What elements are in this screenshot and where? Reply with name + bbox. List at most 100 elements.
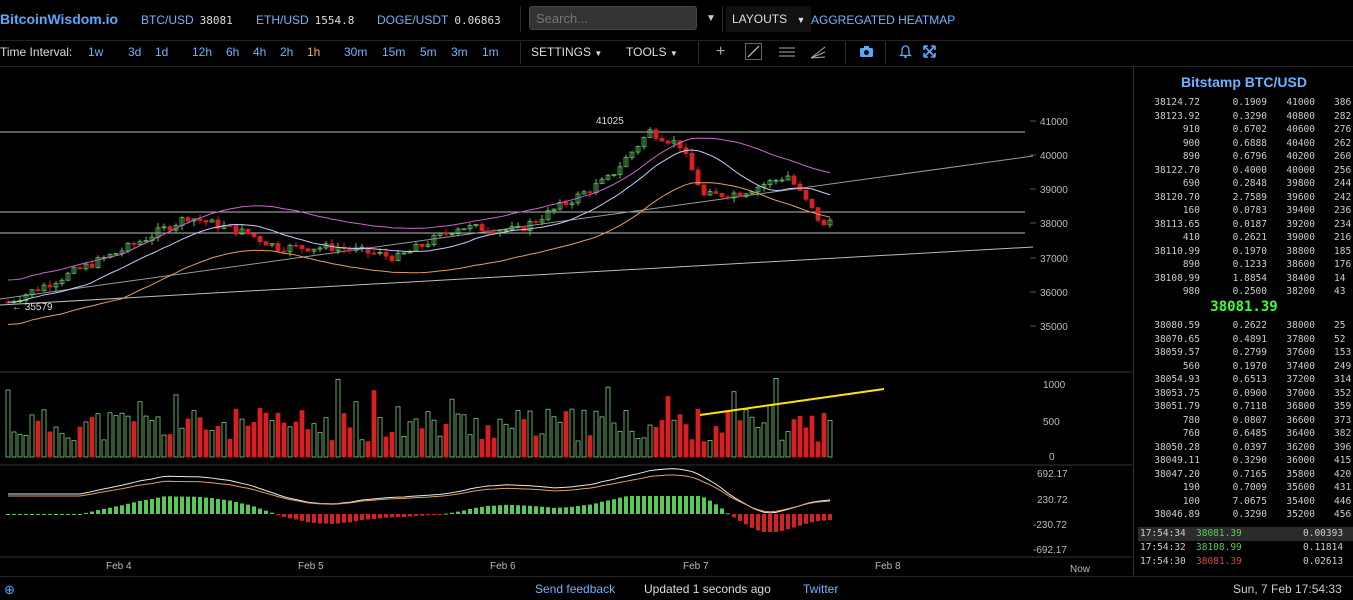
search-input[interactable] <box>529 6 697 30</box>
bids-row[interactable]: 38051.79 0.7118 36800 359 <box>1134 401 1353 415</box>
lower-band-line <box>7 182 831 325</box>
globe-icon[interactable]: ⊕ <box>4 582 15 598</box>
bids-amount: 0.3290 <box>1232 509 1267 520</box>
macd-histogram-bar <box>444 513 448 515</box>
bids-row[interactable]: 38047.20 0.7165 35800 420 <box>1134 469 1353 483</box>
horizontal-lines-icon[interactable] <box>779 45 795 62</box>
site-logo[interactable]: BitcoinWisdom.io <box>0 11 118 27</box>
bids-row[interactable]: 38070.65 0.4891 37800 52 <box>1134 334 1353 348</box>
macd-histogram-bar <box>558 507 562 514</box>
bids-row[interactable]: 38049.11 0.3290 36000 415 <box>1134 455 1353 469</box>
volume-bar <box>215 426 221 458</box>
interval-6h[interactable]: 6h <box>226 45 239 59</box>
ticker-doge[interactable]: DOGE/USDT 0.06863 <box>377 13 501 27</box>
asks-row[interactable]: 890 0.1233 38600 176 <box>1134 259 1353 273</box>
asks-row[interactable]: 890 0.6796 40200 260 <box>1134 151 1353 165</box>
asks-row[interactable]: 410 0.2621 39000 216 <box>1134 232 1353 246</box>
bids-row[interactable]: 760 0.6485 36400 382 <box>1134 428 1353 442</box>
asks-row[interactable]: 160 0.0783 39400 236 <box>1134 205 1353 219</box>
fullscreen-icon[interactable] <box>923 45 936 61</box>
asks-depth-price: 40600 <box>1286 124 1315 135</box>
search-dropdown-button[interactable]: ▼ <box>701 6 721 32</box>
volume-bar <box>599 416 605 458</box>
macd-histogram-bar <box>576 505 580 514</box>
asks-row[interactable]: 38124.72 0.1909 41000 386 <box>1134 97 1353 111</box>
bids-depth-sum: 420 <box>1334 468 1352 480</box>
price-chart[interactable]: 41000 40000 39000 38000 37000 36000 3500… <box>0 67 1132 575</box>
asks-row[interactable]: 38110.99 0.1970 38800 185 <box>1134 246 1353 260</box>
interval-5m[interactable]: 5m <box>420 45 437 59</box>
interval-1w[interactable]: 1w <box>88 45 103 59</box>
asks-row[interactable]: 690 0.2848 39800 244 <box>1134 178 1353 192</box>
twitter-link[interactable]: Twitter <box>803 582 838 596</box>
interval-1m[interactable]: 1m <box>482 45 499 59</box>
asks-row[interactable]: 38123.92 0.3290 40800 282 <box>1134 111 1353 125</box>
tools-menu[interactable]: TOOLS ▼ <box>626 45 678 59</box>
bids-row[interactable]: 38046.89 0.3290 35200 456 <box>1134 509 1353 523</box>
macd-histogram-bar <box>252 506 256 514</box>
interval-1h[interactable]: 1h <box>307 45 320 59</box>
interval-1d[interactable]: 1d <box>155 45 168 59</box>
divider <box>520 42 521 64</box>
interval-2h[interactable]: 2h <box>280 45 293 59</box>
macd-histogram-bar <box>816 514 820 522</box>
asks-row[interactable]: 38120.70 2.7589 39600 242 <box>1134 192 1353 206</box>
bids-row[interactable]: 38053.75 0.0900 37000 352 <box>1134 388 1353 402</box>
crosshair-icon[interactable]: + <box>716 43 725 61</box>
ticker-eth[interactable]: ETH/USD 1554.8 <box>256 13 354 27</box>
volume-tick: 0 <box>1049 452 1055 463</box>
asks-row[interactable]: 38113.65 0.0187 39200 234 <box>1134 219 1353 233</box>
bids-row[interactable]: 38054.93 0.6513 37200 314 <box>1134 374 1353 388</box>
volume-bar <box>503 423 509 458</box>
volume-bar <box>461 414 467 458</box>
volume-bar <box>821 413 827 458</box>
interval-3d[interactable]: 3d <box>128 45 141 59</box>
macd-histogram-bar <box>546 507 550 514</box>
interval-4h[interactable]: 4h <box>253 45 266 59</box>
interval-15m[interactable]: 15m <box>382 45 405 59</box>
bids-row[interactable]: 780 0.0807 36600 373 <box>1134 415 1353 429</box>
camera-icon[interactable] <box>859 45 874 61</box>
bids-row[interactable]: 560 0.1970 37400 249 <box>1134 361 1353 375</box>
bids-depth-price: 38000 <box>1286 320 1315 331</box>
macd-histogram-bar <box>12 514 16 515</box>
settings-menu[interactable]: SETTINGS ▼ <box>531 45 602 59</box>
macd-histogram-bar <box>618 497 622 514</box>
fan-lines-icon[interactable] <box>810 45 826 62</box>
candle-body <box>701 184 707 196</box>
bids-row[interactable]: 100 7.0675 35400 446 <box>1134 496 1353 510</box>
bids-depth-price: 36600 <box>1286 414 1315 426</box>
bids-row[interactable]: 38050.28 0.0397 36200 396 <box>1134 442 1353 456</box>
bids-row[interactable]: 190 0.7009 35600 431 <box>1134 482 1353 496</box>
send-feedback-link[interactable]: Send feedback <box>535 582 615 596</box>
interval-12h[interactable]: 12h <box>192 45 212 59</box>
asks-row[interactable]: 900 0.6888 40400 262 <box>1134 138 1353 152</box>
asks-row[interactable]: 980 0.2500 38200 43 <box>1134 286 1353 300</box>
candle-body <box>821 219 827 226</box>
chart-toolbar: Time Interval: 1w 3d 1d 12h 6h 4h 2h 1h … <box>0 40 1353 67</box>
volume-bar <box>47 431 53 458</box>
macd-histogram-bar <box>162 496 166 514</box>
asks-depth-price: 38800 <box>1286 245 1315 257</box>
draw-line-icon[interactable] <box>745 43 762 60</box>
macd-histogram-bar <box>666 496 670 514</box>
bids-amount: 0.7165 <box>1232 468 1267 480</box>
interval-30m[interactable]: 30m <box>344 45 367 59</box>
aggregated-heatmap-link[interactable]: AGGREGATED HEATMAP <box>811 13 955 27</box>
ticker-price: 1554.8 <box>314 14 355 27</box>
asks-price: 38122.70 <box>1154 164 1200 176</box>
macd-histogram-bar <box>318 514 322 524</box>
macd-histogram-bar <box>708 500 712 514</box>
interval-3m[interactable]: 3m <box>451 45 468 59</box>
asks-row[interactable]: 910 0.6702 40600 276 <box>1134 124 1353 138</box>
asks-row[interactable]: 38108.99 1.8854 38400 14 <box>1134 273 1353 287</box>
bids-row[interactable]: 38059.57 0.2799 37600 153 <box>1134 347 1353 361</box>
asks-row[interactable]: 38122.70 0.4000 40000 256 <box>1134 165 1353 179</box>
asks-price: 38120.70 <box>1154 191 1200 203</box>
bell-icon[interactable] <box>898 45 913 61</box>
candle-body <box>809 198 815 208</box>
layouts-menu[interactable]: LAYOUTS ▼ <box>726 6 812 32</box>
ticker-btc[interactable]: BTC/USD 38081 <box>141 13 233 27</box>
macd-histogram-bar <box>498 505 502 514</box>
bids-row[interactable]: 38080.59 0.2622 38000 25 <box>1134 320 1353 334</box>
